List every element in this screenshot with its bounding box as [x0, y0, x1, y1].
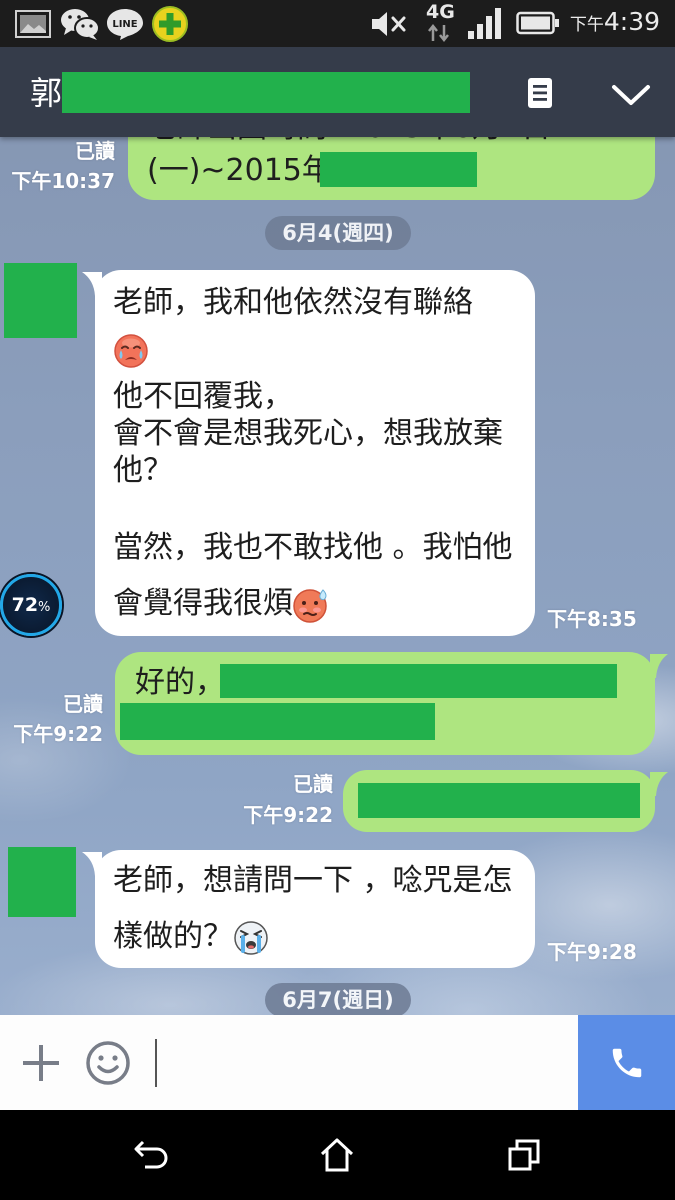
date-separator: 6月4(週四) — [265, 216, 411, 250]
mute-icon — [370, 9, 408, 39]
message-line: 會覺得我很煩 — [113, 586, 293, 621]
message-line: 老師，我和他依然沒有聯絡 — [113, 285, 473, 320]
line-chat-screen: LINE 4G 下午4:39 郭 老師出國時 — [0, 0, 675, 1200]
back-icon[interactable] — [131, 1138, 171, 1172]
emoji-line — [113, 321, 535, 378]
line-icon: LINE — [106, 7, 144, 41]
avatar[interactable] — [4, 263, 77, 338]
call-button[interactable] — [578, 1015, 675, 1110]
plus-app-icon — [151, 5, 189, 43]
plus-icon[interactable] — [21, 1043, 61, 1083]
message-line: 他不回覆我， — [113, 379, 293, 414]
read-receipt: 已讀 — [75, 139, 115, 163]
loudly-crying-face-emoji — [233, 920, 269, 956]
message-input-bar — [0, 1015, 675, 1110]
home-icon[interactable] — [319, 1137, 355, 1173]
data-arrows-icon — [427, 23, 451, 43]
line-logo-text: LINE — [112, 19, 137, 30]
message-line: 老師，想請問一下 ，唸咒是怎 — [113, 863, 513, 898]
chevron-down-icon[interactable] — [611, 83, 651, 107]
redaction-block — [358, 783, 640, 818]
redaction-block — [220, 664, 617, 698]
message-line-with-emoji: 會覺得我很煩 — [113, 576, 535, 632]
gallery-icon — [15, 10, 51, 38]
message-time: 下午9:22 — [13, 722, 103, 746]
message-line: (一)~2015年 — [147, 153, 332, 188]
notes-icon[interactable] — [527, 77, 553, 109]
battery-icon — [516, 11, 560, 35]
wechat-icon — [60, 7, 100, 41]
message-input-field[interactable] — [155, 1039, 157, 1087]
widget-value: 72 — [11, 594, 39, 616]
message-time: 下午9:28 — [547, 940, 637, 964]
flushed-sweat-face-emoji — [293, 587, 329, 623]
crying-face-emoji — [113, 332, 149, 368]
incoming-message-bubble[interactable]: 老師，想請問一下 ，唸咒是怎 樣做的？ — [95, 850, 535, 968]
read-receipt: 已讀 — [293, 772, 333, 796]
message-line: 樣做的？ — [113, 919, 233, 954]
message-line: 好的， — [135, 665, 225, 700]
widget-unit: % — [38, 600, 51, 615]
memory-booster-widget[interactable]: 72% — [0, 574, 62, 636]
redaction-block — [120, 703, 435, 740]
navigation-bar — [0, 1110, 675, 1200]
message-line: 會不會是想我死心，想我放棄 — [113, 416, 503, 451]
status-clock: 下午4:39 — [570, 6, 660, 41]
recent-apps-icon[interactable] — [507, 1138, 541, 1172]
message-time: 下午10:37 — [11, 169, 115, 193]
message-line: 他？ — [113, 453, 173, 488]
phone-call-icon — [608, 1044, 646, 1082]
network-type-label: 4G — [426, 1, 455, 23]
clock-time: 4:39 — [603, 7, 660, 36]
chat-header: 郭 — [0, 47, 675, 137]
message-time: 下午8:35 — [547, 607, 637, 631]
clock-period: 下午 — [569, 15, 604, 35]
outgoing-message-bubble[interactable]: 好的， — [115, 652, 655, 755]
message-time: 下午9:22 — [243, 803, 333, 827]
status-bar: LINE 4G 下午4:39 — [0, 0, 675, 47]
message-line-with-emoji: 樣做的？ — [113, 917, 535, 957]
signal-icon — [466, 7, 504, 39]
contact-name[interactable]: 郭 — [30, 73, 62, 113]
date-separator: 6月7(週日) — [265, 983, 411, 1017]
avatar[interactable] — [8, 847, 76, 917]
outgoing-message-bubble[interactable] — [343, 770, 655, 832]
incoming-message-bubble[interactable]: 老師，我和他依然沒有聯絡 他不回覆我， 會不會是想我死心，想我放棄 他？ 當然，… — [95, 270, 535, 636]
message-line: 當然，我也不敢找他 。我怕他 — [113, 530, 513, 565]
read-receipt: 已讀 — [63, 692, 103, 716]
emoji-smiley-icon[interactable] — [85, 1040, 131, 1086]
contact-name-redaction — [62, 72, 470, 113]
redaction-block — [320, 152, 477, 187]
